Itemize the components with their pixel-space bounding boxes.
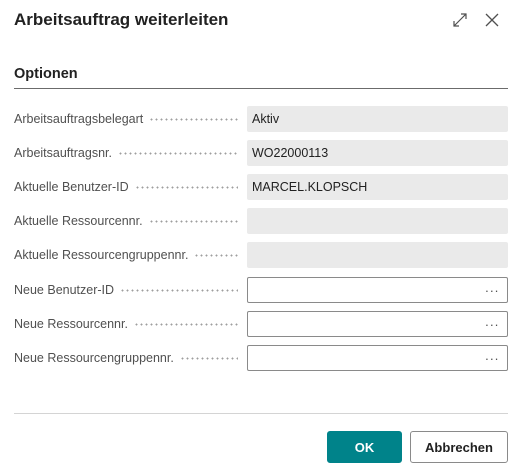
cancel-button[interactable]: Abbrechen [410,431,508,463]
new-resource-group-no-field: ··· [247,345,508,371]
label-text: Arbeitsauftragsbelegart [14,112,144,126]
dialog-title: Arbeitsauftrag weiterleiten [14,10,229,29]
new-user-id-lookup-button[interactable]: ··· [481,278,503,302]
label-text: Aktuelle Ressourcengruppennr. [14,248,189,262]
expand-button[interactable] [448,8,472,32]
close-button[interactable] [480,8,504,32]
new-resource-group-no-lookup-button[interactable]: ··· [481,346,503,370]
new-resource-no-input[interactable] [248,312,480,336]
document-type-value: Aktiv [247,106,508,132]
label-leader [194,253,238,257]
label-text: Arbeitsauftragsnr. [14,146,112,160]
footer-divider [14,413,508,414]
label-leader [133,322,238,326]
label-text: Aktuelle Benutzer-ID [14,180,129,194]
label-new-user-id: Neue Benutzer-ID [14,277,244,303]
current-resource-no-value [247,208,508,234]
new-user-id-field: ··· [247,277,508,303]
new-user-id-input[interactable] [248,278,480,302]
current-user-id-value: MARCEL.KLOPSCH [247,174,508,200]
new-resource-group-no-input[interactable] [248,346,480,370]
label-work-order-no: Arbeitsauftragsnr. [14,140,244,166]
label-text: Neue Benutzer-ID [14,283,115,297]
label-text: Neue Ressourcengruppennr. [14,351,174,365]
label-new-resource-no: Neue Ressourcennr. [14,311,244,337]
section-title-optionen: Optionen [14,66,78,82]
label-text: Aktuelle Ressourcennr. [14,214,143,228]
new-resource-no-field: ··· [247,311,508,337]
label-text: Neue Ressourcennr. [14,317,128,331]
work-order-no-value: WO22000113 [247,140,508,166]
label-current-resource-group-no: Aktuelle Ressourcengruppennr. [14,242,244,268]
label-current-resource-no: Aktuelle Ressourcennr. [14,208,244,234]
label-leader [179,356,238,360]
expand-icon [453,13,467,27]
label-leader [148,219,238,223]
label-leader [149,117,238,121]
label-current-user-id: Aktuelle Benutzer-ID [14,174,244,200]
ok-button[interactable]: OK [327,431,402,463]
section-divider [14,88,508,89]
label-document-type: Arbeitsauftragsbelegart [14,106,244,132]
new-resource-no-lookup-button[interactable]: ··· [481,312,503,336]
label-leader [120,288,238,292]
current-resource-group-no-value [247,242,508,268]
dialog: Arbeitsauftrag weiterleiten Optionen Arb… [0,0,522,476]
close-icon [485,13,499,27]
label-new-resource-group-no: Neue Ressourcengruppennr. [14,345,244,371]
label-leader [134,185,238,189]
label-leader [117,151,238,155]
